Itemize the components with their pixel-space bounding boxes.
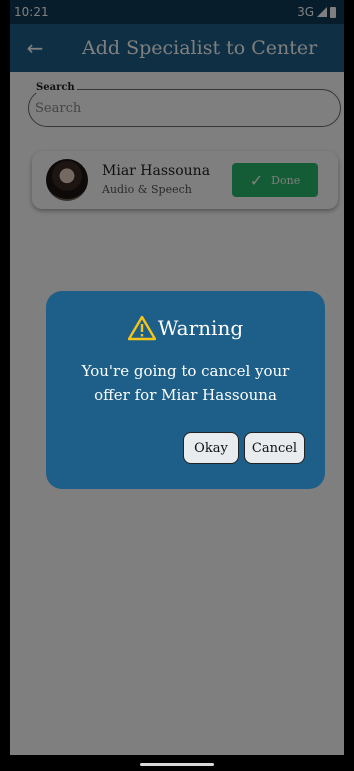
- home-handle[interactable]: [140, 763, 214, 766]
- warning-icon: [127, 315, 156, 341]
- dialog-title-row: Warning: [46, 315, 325, 341]
- okay-button[interactable]: Okay: [183, 432, 239, 464]
- system-nav-bar: [0, 755, 354, 771]
- dialog-title: Warning: [157, 316, 244, 340]
- warning-dialog: Warning You're going to cancel your offe…: [46, 291, 325, 489]
- dialog-message: You're going to cancel your offer for Mi…: [81, 362, 290, 404]
- app-screen: 10:21 3G ← Add Specialist to Center Sear…: [10, 0, 344, 755]
- cancel-button[interactable]: Cancel: [244, 432, 305, 464]
